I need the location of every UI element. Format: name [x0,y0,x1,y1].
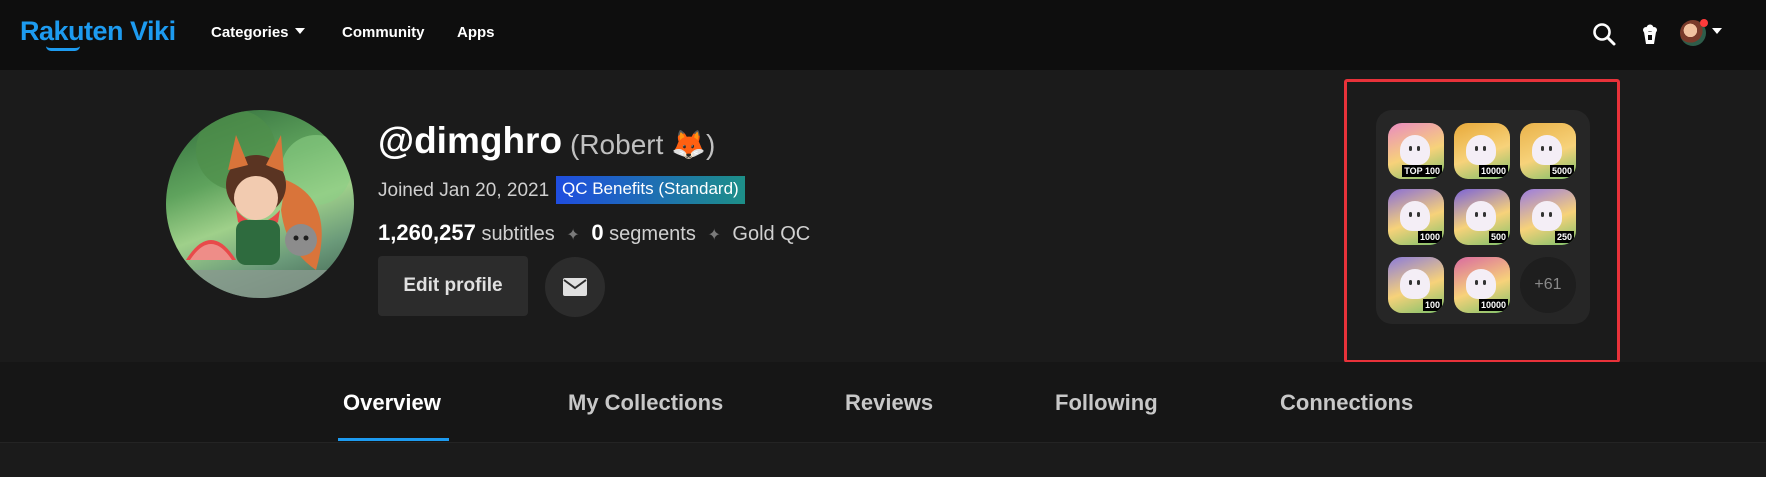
profile-tabs: Overview My Collections Reviews Followin… [0,362,1766,442]
rank-label: Gold QC [732,223,811,245]
search-icon[interactable] [1590,20,1618,48]
badge-item[interactable]: TOP 100 [1388,123,1444,179]
tab-following[interactable]: Following [1055,390,1158,416]
profile-stats: 1,260,257 subtitles ✦ 0 segments ✦ Gold … [378,220,810,246]
tab-reviews[interactable]: Reviews [845,390,933,416]
content-area [0,442,1766,477]
badge-mascot-icon [1400,135,1430,165]
badge-label: 1000 [1417,231,1442,243]
badge-label: 5000 [1549,165,1574,177]
profile-handle: @dimghro [378,120,563,161]
badge-item[interactable]: 10000 [1454,123,1510,179]
nav-apps[interactable]: Apps [457,24,495,41]
segments-label: segments [609,223,696,245]
badge-item[interactable]: 250 [1520,189,1576,245]
active-tab-indicator [338,438,449,441]
badge-item[interactable]: 500 [1454,189,1510,245]
joined-date: Joined Jan 20, 2021 [378,180,550,201]
message-button[interactable] [545,257,605,317]
nav-categories[interactable]: Categories [211,24,305,41]
badge-label: 10000 [1478,299,1508,311]
logo-swoosh [46,46,80,51]
badge-label: 250 [1554,231,1574,243]
badge-mascot-icon [1466,201,1496,231]
separator-icon: ✦ [707,227,721,244]
popcorn-icon[interactable] [1636,20,1664,48]
rakuten-viki-logo[interactable]: Rakuten Viki [20,16,176,47]
nav-categories-label: Categories [211,24,289,41]
notification-dot [1700,19,1708,27]
subtitles-count: 1,260,257 [378,220,476,245]
qc-benefits-badge[interactable]: QC Benefits (Standard) [556,176,745,204]
nav-community[interactable]: Community [342,24,425,41]
badge-item[interactable]: 100 [1388,257,1444,313]
subtitles-label: subtitles [481,223,555,245]
badge-mascot-icon [1532,201,1562,231]
tab-connections[interactable]: Connections [1280,390,1413,416]
profile-display-name: (Robert 🦊) [570,129,716,160]
badge-mascot-icon [1466,135,1496,165]
badge-mascot-icon [1532,135,1562,165]
chevron-down-icon [294,28,305,34]
edit-profile-button[interactable]: Edit profile [378,256,528,316]
envelope-icon [563,278,587,296]
badge-item[interactable]: 5000 [1520,123,1576,179]
badge-label: 100 [1422,299,1442,311]
badge-mascot-icon [1400,201,1430,231]
tab-overview[interactable]: Overview [343,390,441,416]
tab-my-collections[interactable]: My Collections [568,390,723,416]
badge-label: 500 [1488,231,1508,243]
badge-label: 10000 [1478,165,1508,177]
top-navigation-bar: Rakuten Viki Categories Community Apps [0,0,1766,70]
badge-mascot-icon [1466,269,1496,299]
badge-label: TOP 100 [1402,165,1442,177]
segments-count: 0 [591,220,604,245]
profile-avatar [166,110,354,298]
separator-icon: ✦ [566,227,580,244]
chevron-down-icon[interactable] [1712,28,1722,34]
more-badges-button[interactable]: +61 [1520,257,1576,313]
badge-item[interactable]: 10000 [1454,257,1510,313]
badge-item[interactable]: 1000 [1388,189,1444,245]
badge-mascot-icon [1400,269,1430,299]
